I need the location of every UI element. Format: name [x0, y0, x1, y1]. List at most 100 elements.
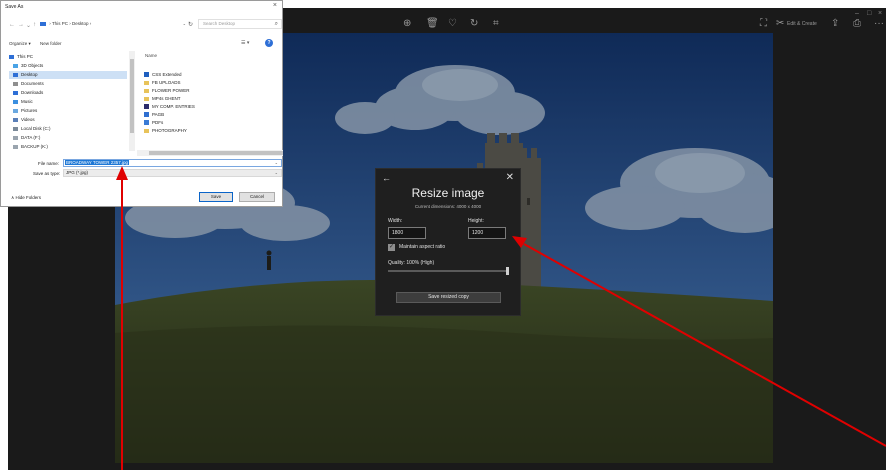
- name-column-header[interactable]: Name: [145, 53, 157, 58]
- height-input[interactable]: 1200: [468, 227, 506, 239]
- up-arrow-icon[interactable]: ↑: [33, 22, 36, 28]
- list-item[interactable]: CSS Extended: [144, 71, 182, 78]
- folder-icon: [144, 80, 149, 85]
- sidebar-item-3d-objects[interactable]: 3D Objects: [13, 62, 43, 70]
- file-name: PHOTOGRAPHY: [152, 128, 187, 133]
- close-icon[interactable]: ✕: [506, 172, 514, 183]
- quality-slider-track[interactable]: [388, 270, 508, 272]
- checkmark-icon: ✓: [388, 244, 395, 250]
- sidebar-item-downloads[interactable]: Downloads: [13, 89, 43, 97]
- list-item[interactable]: FLOWER POWER: [144, 87, 190, 94]
- search-icon: ⌕: [274, 21, 278, 27]
- document-icon: [13, 81, 18, 86]
- disk-icon: [13, 126, 18, 131]
- sidebar-item-label: Pictures: [21, 108, 38, 113]
- edit-create-icon: ✂: [776, 18, 785, 29]
- sidebar-item-label: Downloads: [21, 90, 44, 95]
- file-name: PDFs: [152, 120, 164, 125]
- address-dropdown-icon[interactable]: ⌄: [183, 19, 186, 29]
- file-name-label: File name:: [38, 161, 60, 166]
- quality-label: Quality: 100% (High): [388, 260, 435, 266]
- breadcrumb-this-pc[interactable]: This PC: [52, 21, 68, 26]
- sidebar-item-backup-drive[interactable]: BACKUP (K:): [13, 143, 48, 151]
- sidebar-item-pictures[interactable]: Pictures: [13, 107, 37, 115]
- app-icon: [144, 120, 149, 126]
- file-name: FLOWER POWER: [152, 88, 190, 93]
- quality-slider-thumb[interactable]: [506, 267, 509, 275]
- recent-locations-chevron-icon[interactable]: ⌄: [26, 22, 31, 29]
- width-label: Width:: [388, 218, 403, 224]
- file-name-input[interactable]: BROADWAY TOWER 2357.jpg ⌄: [63, 159, 282, 167]
- save-as-type-value: JPG (*.jpg): [66, 170, 89, 175]
- download-icon: [13, 90, 18, 95]
- breadcrumb-separator: ›: [89, 21, 92, 26]
- list-item[interactable]: FB UPLOADS: [144, 79, 181, 86]
- print-icon[interactable]: ⎙: [853, 18, 861, 30]
- pc-icon: [40, 21, 46, 26]
- cancel-button[interactable]: Cancel: [239, 192, 275, 202]
- sidebar-item-data-drive[interactable]: DATA (F:): [13, 134, 40, 142]
- list-item[interactable]: PAGB: [144, 111, 164, 118]
- rotate-icon[interactable]: ↻: [470, 18, 478, 30]
- sidebar-item-this-pc[interactable]: This PC: [9, 53, 33, 61]
- file-name-selected-text: BROADWAY TOWER 2357.jpg: [65, 160, 130, 165]
- maintain-aspect-checkbox[interactable]: ✓: [388, 244, 395, 251]
- expand-icon[interactable]: ⛶: [760, 18, 767, 30]
- maximize-button[interactable]: □: [867, 10, 871, 17]
- breadcrumb-desktop[interactable]: Desktop: [72, 21, 89, 26]
- list-item[interactable]: PDFs: [144, 119, 163, 126]
- crop-icon[interactable]: ⌗: [493, 18, 499, 30]
- list-item[interactable]: MP4s GHENT: [144, 95, 181, 102]
- desktop-icon: [13, 72, 18, 77]
- save-resized-copy-button[interactable]: Save resized copy: [396, 292, 501, 303]
- close-button[interactable]: ×: [273, 2, 277, 9]
- sidebar-item-music[interactable]: Music: [13, 98, 33, 106]
- back-arrow-icon[interactable]: ←: [9, 22, 15, 28]
- file-list-scrollbar-thumb[interactable]: [149, 151, 283, 155]
- sidebar-item-videos[interactable]: Videos: [13, 116, 35, 124]
- list-item[interactable]: PHOTOGRAPHY: [144, 127, 187, 134]
- maintain-aspect-label: Maintain aspect ratio: [399, 244, 446, 250]
- width-input[interactable]: 1800: [388, 227, 426, 239]
- chevron-down-icon[interactable]: ⌄: [275, 160, 278, 166]
- view-options-icon[interactable]: ☰ ▾: [241, 40, 249, 46]
- navigation-pane: This PC 3D Objects Desktop Documents Dow…: [9, 51, 129, 151]
- refresh-icon[interactable]: ↻: [188, 21, 193, 28]
- folder-icon: [144, 96, 149, 101]
- forward-arrow-icon[interactable]: →: [18, 22, 24, 28]
- address-bar[interactable]: › This PC › Desktop › ⌄: [38, 19, 188, 29]
- trash-icon[interactable]: 🗑: [426, 18, 439, 30]
- back-arrow-icon[interactable]: ←: [382, 173, 391, 183]
- edit-create-button[interactable]: Edit & Create: [787, 18, 817, 30]
- file-name: MY COMP. ENTRIES: [152, 104, 195, 109]
- share-icon[interactable]: ⇪: [831, 18, 839, 30]
- resize-image-dialog: ← ✕ Resize image Current dimensions: 400…: [375, 168, 521, 316]
- folder-icon: [144, 88, 149, 93]
- close-button[interactable]: ×: [878, 10, 882, 17]
- sidebar-item-local-disk[interactable]: Local Disk (C:): [13, 125, 51, 133]
- cube-icon: [13, 63, 18, 68]
- sidebar-item-documents[interactable]: Documents: [13, 80, 44, 88]
- hide-folders-button[interactable]: ∧ Hide Folders: [11, 195, 41, 201]
- minimize-button[interactable]: –: [855, 10, 859, 17]
- folder-icon: [144, 128, 149, 133]
- help-icon[interactable]: ?: [265, 39, 273, 47]
- save-as-type-select[interactable]: JPG (*.jpg) ⌄: [63, 169, 282, 177]
- new-folder-button[interactable]: New folder: [40, 41, 62, 46]
- search-input[interactable]: Search Desktop ⌕: [198, 19, 282, 29]
- sidebar-item-label: Documents: [21, 81, 44, 86]
- sidebar-item-desktop[interactable]: Desktop: [9, 71, 127, 79]
- file-name: MP4s GHENT: [152, 96, 181, 101]
- pc-icon: [9, 54, 14, 59]
- file-name: FB UPLOADS: [152, 80, 181, 85]
- list-item[interactable]: MY COMP. ENTRIES: [144, 103, 195, 110]
- tree-scrollbar-thumb[interactable]: [130, 59, 134, 133]
- app-icon: [144, 112, 149, 118]
- height-label: Height:: [468, 218, 484, 224]
- zoom-icon[interactable]: ⊕: [403, 18, 411, 30]
- more-button[interactable]: ···: [874, 18, 884, 30]
- organize-menu[interactable]: Organize ▾: [9, 41, 31, 47]
- file-name: PAGB: [152, 112, 165, 117]
- heart-icon[interactable]: ♡: [448, 18, 457, 30]
- save-button[interactable]: Save: [199, 192, 233, 202]
